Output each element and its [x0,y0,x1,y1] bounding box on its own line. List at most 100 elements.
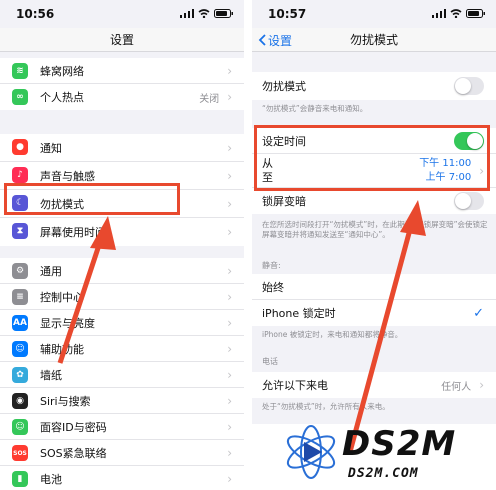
chevron-right-icon: › [227,196,232,211]
page-title: 勿扰模式 [349,33,398,47]
accessibility-icon: ☺ [12,341,28,357]
row-label: 面容ID与密码 [40,420,107,434]
dnd-note: “勿扰模式”会静音来电和通知。 [262,104,368,113]
allow-calls-row[interactable]: 允许以下来电 任何人 › [252,372,496,398]
chevron-right-icon: › [227,445,232,460]
settings-row-accessibility[interactable]: ☺ 辅助功能 › [0,336,244,362]
dim-label: 锁屏变暗 [262,195,306,208]
battery-icon: ▮ [12,471,28,487]
signal-icon [180,7,194,21]
settings-row-wallpaper[interactable]: ✿ 墙纸 › [0,362,244,388]
back-label: 设置 [268,33,293,48]
chevron-right-icon: › [227,140,232,155]
row-label: 屏幕使用时间 [40,226,106,239]
to-label: 至 [262,170,273,184]
do-not-disturb-screen: 10:57 设置 勿扰模式 勿扰模式 “勿扰模式”会静音来电和通知。 设定时间 … [252,0,496,490]
atom-logo-icon [286,425,336,479]
settings-row-screen-time[interactable]: ⧗ 屏幕使用时间 › [0,218,244,246]
settings-row-battery[interactable]: ▮ 电池 › [0,466,244,490]
chevron-right-icon: › [227,472,232,486]
settings-row-notifications[interactable]: ● 通知 › [0,134,244,162]
watermark: DS2M DS2M.COM [282,420,492,486]
group-schedule: 设定时间 从 至 下午 11:00 上午 7:00 › 锁屏变暗 [252,128,496,214]
from-label: 从 [262,156,273,170]
group-phone: 允许以下来电 任何人 › [252,372,496,398]
chevron-right-icon: › [227,63,232,78]
chevron-right-icon: › [227,367,232,382]
group-silence: 始终 iPhone 锁定时 ✓ [252,274,496,326]
row-label: 墙纸 [40,368,62,382]
signal-icon [432,7,446,21]
chevron-right-icon: › [227,225,232,239]
locked-row[interactable]: iPhone 锁定时 ✓ [252,300,496,326]
allow-label: 允许以下来电 [262,379,328,392]
chevron-right-icon: › [227,315,232,330]
chevron-left-icon [258,34,266,46]
display-icon: AA [12,315,28,331]
settings-row-hotspot[interactable]: ∞ 个人热点 关闭 › [0,84,244,110]
wallpaper-icon: ✿ [12,367,28,383]
row-label: 勿扰模式 [40,197,84,211]
row-label: 通知 [40,141,62,155]
scheduled-toggle[interactable] [454,131,484,150]
dim-toggle[interactable] [454,192,484,210]
allow-value: 任何人 [441,381,472,393]
chevron-right-icon: › [227,341,232,356]
gear-icon: ⚙ [12,263,28,279]
row-label: 个人热点 [40,91,84,104]
group-network: ≋ 蜂窝网络 › ∞ 个人热点 关闭 › [0,58,244,110]
dnd-toggle[interactable] [454,77,484,95]
row-label: 通用 [40,264,62,278]
settings-row-cellular[interactable]: ≋ 蜂窝网络 › [0,58,244,84]
battery-status-icon [466,7,486,21]
row-label: Siri与搜索 [40,394,91,408]
chevron-right-icon: › [479,378,484,392]
settings-screen: 10:56 设置 ≋ 蜂窝网络 › ∞ 个人热点 关闭 › ● 通知 › ♪ 声… [0,0,244,490]
row-label: SOS紧急联络 [40,446,107,460]
row-label: 声音与触感 [40,169,95,183]
settings-row-control-center[interactable]: ≡ 控制中心 › [0,284,244,310]
siri-icon: ◉ [12,393,28,409]
settings-row-sounds[interactable]: ♪ 声音与触感 › [0,162,244,190]
notifications-icon: ● [12,139,28,155]
always-label: 始终 [262,280,284,294]
chevron-right-icon: › [227,168,232,183]
sos-icon: SOS [12,445,28,461]
watermark-title: DS2M [342,424,457,464]
checkmark-icon: ✓ [473,305,484,321]
chevron-right-icon: › [227,289,232,304]
wifi-icon [450,7,462,21]
chevron-right-icon: › [227,419,232,434]
group-general: ⚙ 通用 › ≡ 控制中心 › AA 显示与亮度 › ☺ 辅助功能 › ✿ 墙纸… [0,258,244,490]
settings-row-sos[interactable]: SOS SOS紧急联络 › [0,440,244,466]
battery-status-icon [214,7,234,21]
scheduled-label: 设定时间 [262,134,306,148]
dnd-row: 勿扰模式 [252,72,496,100]
row-value: 关闭 [199,93,220,105]
settings-row-general[interactable]: ⚙ 通用 › [0,258,244,284]
panel-divider [244,0,252,490]
settings-row-faceid[interactable]: ☺ 面容ID与密码 › [0,414,244,440]
row-label: 控制中心 [40,290,84,304]
always-row[interactable]: 始终 [252,274,496,300]
scheduled-row: 设定时间 [252,128,496,154]
row-label: 电池 [40,473,62,486]
chevron-right-icon: › [227,263,232,278]
schedule-values: 下午 11:00 上午 7:00 [419,157,471,185]
back-button[interactable]: 设置 [258,28,292,52]
wifi-icon [198,7,210,21]
settings-row-display[interactable]: AA 显示与亮度 › [0,310,244,336]
to-value: 上午 7:00 [425,171,472,183]
allow-note: 处于“勿扰模式”时，允许所有人来电。 [262,402,390,411]
settings-row-siri[interactable]: ◉ Siri与搜索 › [0,388,244,414]
silence-header: 静音: [262,261,281,270]
chevron-right-icon: › [479,163,484,178]
schedule-time-row[interactable]: 从 至 下午 11:00 上午 7:00 › [252,154,496,188]
row-label: 蜂窝网络 [40,64,84,78]
status-time: 10:56 [16,7,55,21]
locked-note: iPhone 被锁定时，来电和通知都将静音。 [262,330,403,339]
group-notifications: ● 通知 › ♪ 声音与触感 › ☾ 勿扰模式 › ⧗ 屏幕使用时间 › [0,134,244,246]
settings-row-do-not-disturb[interactable]: ☾ 勿扰模式 › [0,190,244,218]
nav-bar: 设置 勿扰模式 [252,28,496,52]
page-title: 设置 [109,33,134,47]
